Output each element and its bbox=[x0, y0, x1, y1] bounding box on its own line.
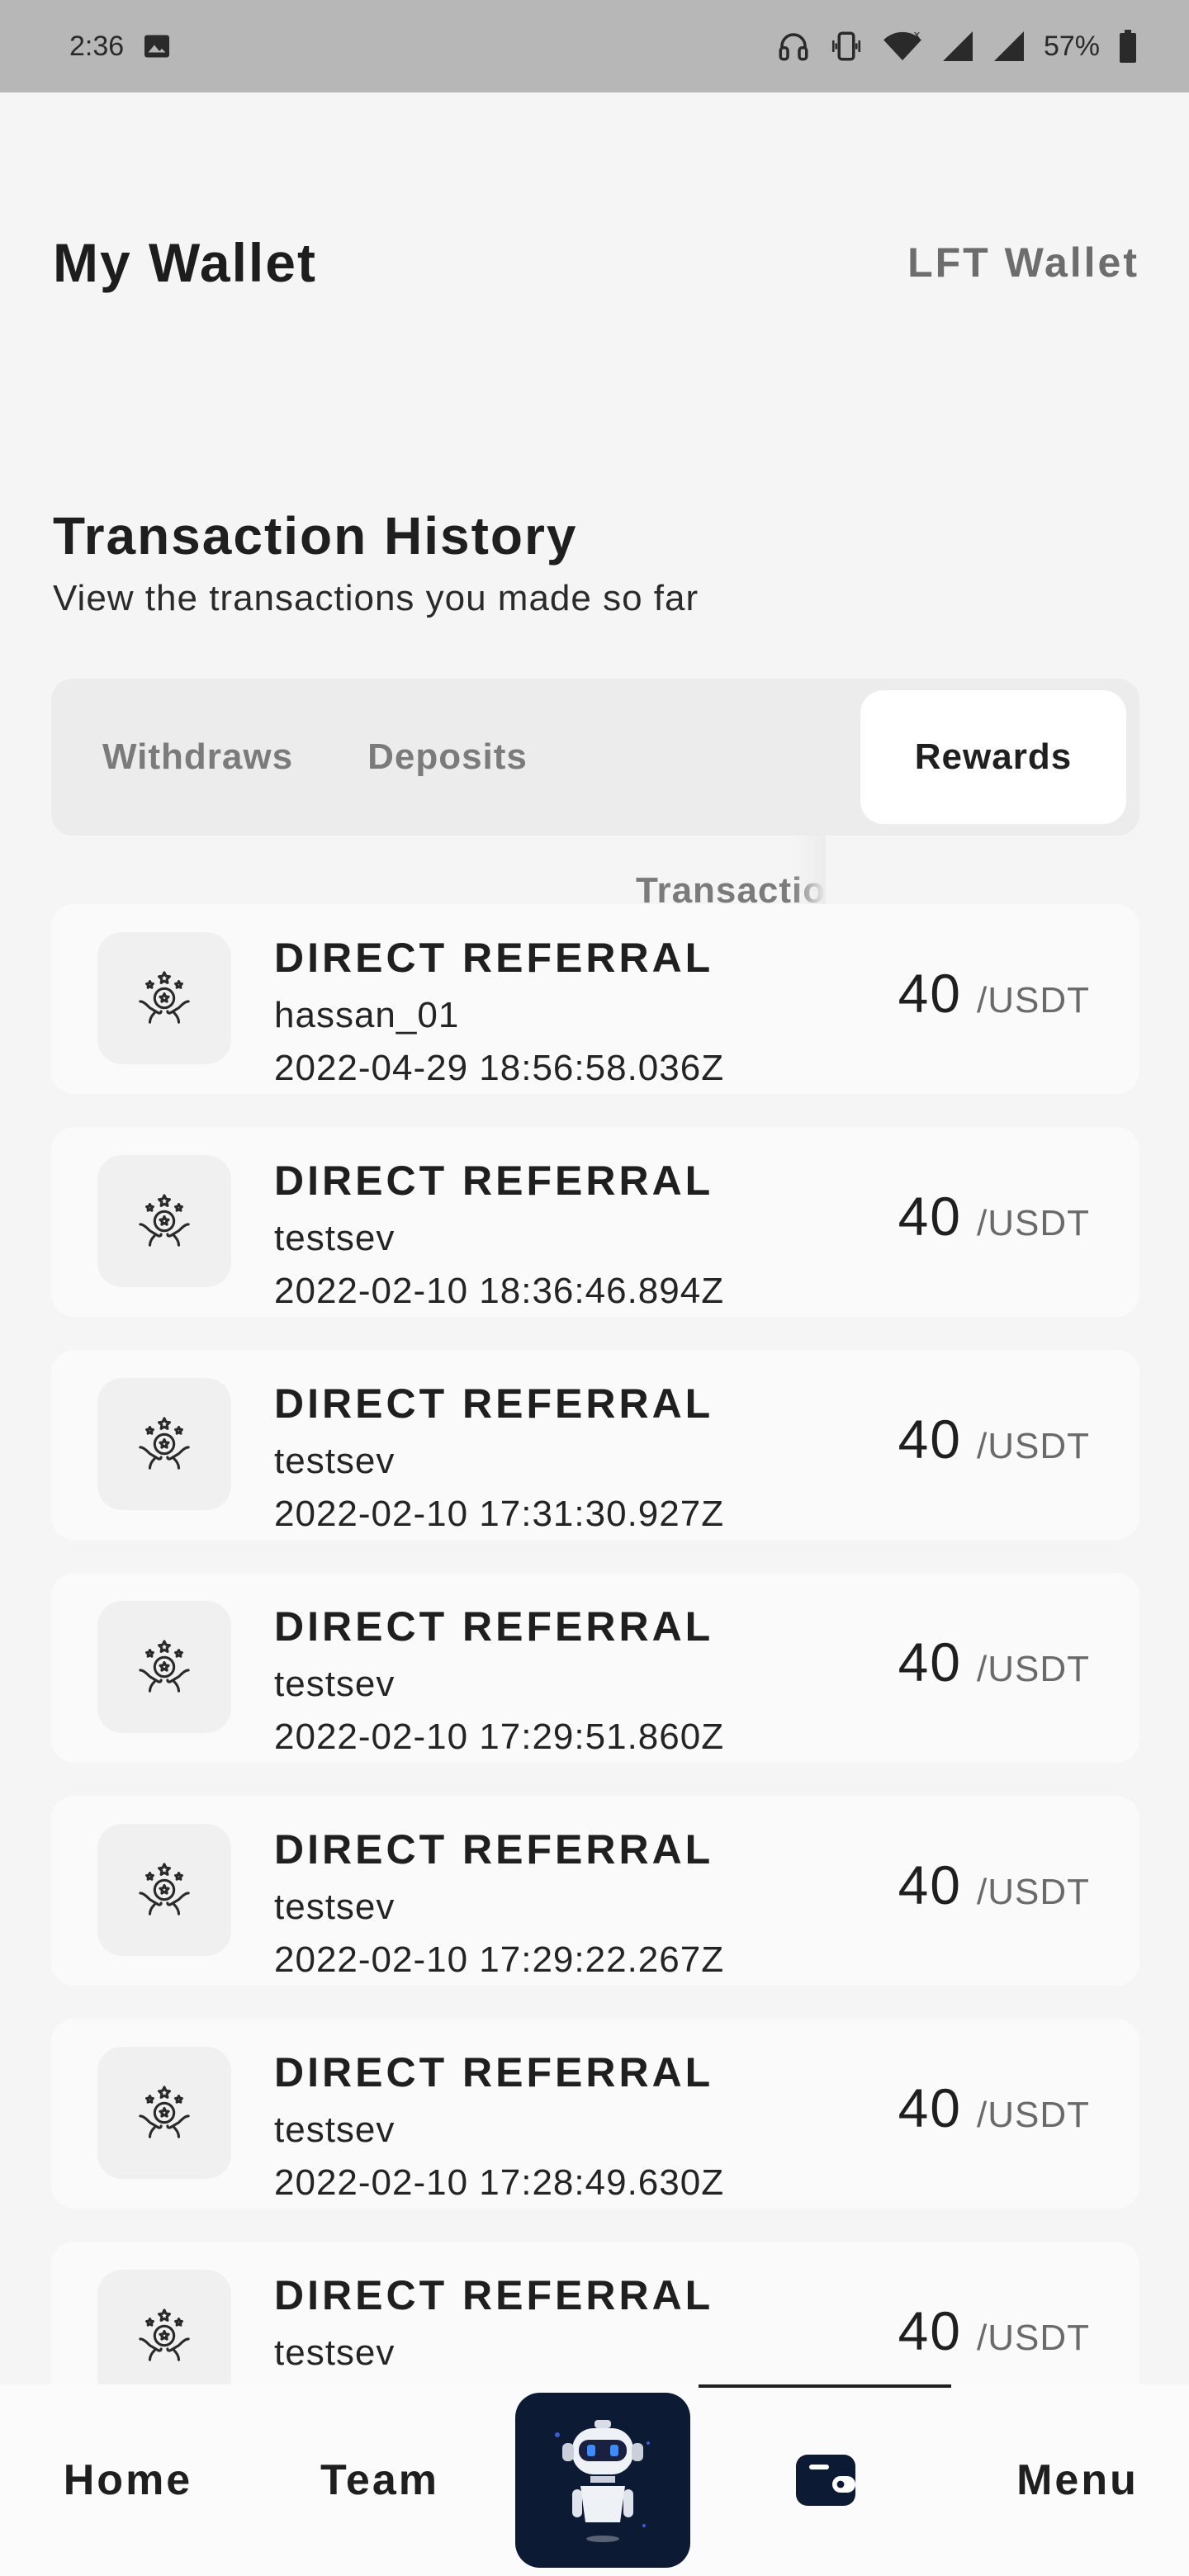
amount-value: 40 bbox=[898, 2300, 962, 2361]
tab-withdraws[interactable]: Withdraws bbox=[102, 690, 342, 824]
transaction-date: 2022-02-10 17:29:51.860Z bbox=[274, 1717, 725, 1757]
amount-unit: /USDT bbox=[977, 2095, 1090, 2135]
transaction-user: testsev bbox=[274, 1441, 396, 1481]
robot-icon bbox=[555, 2420, 650, 2542]
reward-icon bbox=[97, 1378, 231, 1510]
reward-icon bbox=[97, 1824, 231, 1956]
transaction-amount: 40/USDT bbox=[898, 1854, 1090, 1916]
tab-label: Deposits bbox=[367, 736, 528, 777]
transaction-card[interactable]: DIRECT REFERRAL testsev 2022-02-10 18:36:4… bbox=[51, 1127, 1139, 1317]
tab-label: Withdraws bbox=[102, 736, 294, 777]
wallet-icon bbox=[796, 2455, 855, 2506]
battery-icon bbox=[1118, 30, 1138, 63]
transaction-user: testsev bbox=[274, 1887, 396, 1927]
transaction-card[interactable]: DIRECT REFERRAL hassan_01 2022-04-29 18:56… bbox=[51, 904, 1139, 1094]
image-icon bbox=[142, 31, 172, 61]
header: My Wallet LFT Wallet bbox=[53, 231, 1139, 294]
transaction-type: DIRECT REFERRAL bbox=[274, 2272, 714, 2318]
nav-team[interactable]: Team bbox=[289, 2384, 471, 2576]
transaction-type: DIRECT REFERRAL bbox=[274, 1380, 714, 1427]
bottom-nav: Home Team Menu bbox=[0, 2384, 1189, 2576]
reward-icon bbox=[97, 1601, 231, 1733]
transaction-user: hassan_01 bbox=[274, 995, 460, 1035]
nav-wallet[interactable] bbox=[776, 2384, 875, 2576]
transaction-amount: 40/USDT bbox=[898, 1408, 1090, 1470]
reward-icon bbox=[97, 1155, 231, 1287]
transaction-amount: 40/USDT bbox=[898, 2299, 1090, 2362]
transaction-user: testsev bbox=[274, 1664, 396, 1704]
amount-unit: /USDT bbox=[977, 1203, 1090, 1243]
transaction-tabs: Withdraws Deposits Transactions Rewards bbox=[51, 679, 1139, 958]
transaction-date: 2022-02-10 17:28:49.630Z bbox=[274, 2162, 725, 2203]
vibrate-icon bbox=[829, 29, 864, 64]
lft-wallet-button[interactable]: LFT Wallet bbox=[907, 239, 1139, 286]
nav-home[interactable]: Home bbox=[33, 2384, 223, 2576]
amount-value: 40 bbox=[898, 963, 962, 1024]
headphones-icon bbox=[776, 29, 811, 64]
nav-menu[interactable]: Menu bbox=[991, 2384, 1164, 2576]
amount-value: 40 bbox=[898, 1409, 962, 1470]
amount-unit: /USDT bbox=[977, 2318, 1090, 2358]
status-left: 2:36 bbox=[69, 31, 172, 63]
reward-icon bbox=[97, 2047, 231, 2179]
transaction-card[interactable]: DIRECT REFERRAL testsev 2022-02-10 17:31:3… bbox=[51, 1350, 1139, 1540]
amount-value: 40 bbox=[898, 2077, 962, 2138]
transaction-type: DIRECT REFERRAL bbox=[274, 1603, 714, 1650]
transaction-amount: 40/USDT bbox=[898, 1185, 1090, 1248]
status-time: 2:36 bbox=[69, 30, 125, 62]
section-subtitle: View the transactions you made so far bbox=[53, 578, 699, 618]
transaction-user: testsev bbox=[274, 2332, 396, 2373]
svg-text:x: x bbox=[913, 29, 920, 41]
status-bar: 2:36 x 57% bbox=[0, 0, 1189, 92]
transaction-type: DIRECT REFERRAL bbox=[274, 1826, 714, 1873]
amount-unit: /USDT bbox=[977, 1649, 1090, 1689]
signal-icon bbox=[941, 30, 974, 63]
amount-unit: /USDT bbox=[977, 980, 1090, 1020]
wifi-icon: x bbox=[882, 29, 923, 64]
transaction-user: testsev bbox=[274, 2110, 396, 2150]
transaction-card[interactable]: DIRECT REFERRAL testsev 2022-02-10 17:29:5… bbox=[51, 1573, 1139, 1763]
transaction-user: testsev bbox=[274, 1218, 396, 1258]
page-title: My Wallet bbox=[53, 232, 317, 293]
amount-unit: /USDT bbox=[977, 1426, 1090, 1466]
section-title: Transaction History bbox=[53, 506, 578, 566]
reward-icon bbox=[97, 932, 231, 1064]
amount-value: 40 bbox=[898, 1854, 962, 1915]
transaction-type: DIRECT REFERRAL bbox=[274, 935, 714, 981]
transaction-date: 2022-04-29 18:56:58.036Z bbox=[274, 1048, 725, 1088]
transaction-date: 2022-02-10 18:36:46.894Z bbox=[274, 1271, 725, 1311]
transaction-amount: 40/USDT bbox=[898, 1631, 1090, 1693]
tab-label: Rewards bbox=[914, 736, 1073, 777]
tab-rewards[interactable]: Rewards bbox=[860, 690, 1126, 824]
amount-unit: /USDT bbox=[977, 1872, 1090, 1912]
transaction-date: 2022-02-10 17:31:30.927Z bbox=[274, 1494, 725, 1534]
tab-deposits[interactable]: Deposits bbox=[348, 690, 547, 824]
transaction-amount: 40/USDT bbox=[898, 962, 1090, 1025]
robot-assistant-button[interactable] bbox=[515, 2393, 690, 2568]
reward-icon bbox=[97, 2270, 231, 2402]
amount-value: 40 bbox=[898, 1631, 962, 1693]
amount-value: 40 bbox=[898, 1186, 962, 1247]
transaction-type: DIRECT REFERRAL bbox=[274, 1158, 714, 1204]
transaction-amount: 40/USDT bbox=[898, 2076, 1090, 2139]
signal-icon bbox=[992, 30, 1026, 63]
transaction-card[interactable]: DIRECT REFERRAL testsev 2022-02-10 17:29:2… bbox=[51, 1796, 1139, 1986]
status-right: x 57% bbox=[776, 29, 1138, 64]
battery-percent: 57% bbox=[1043, 30, 1100, 62]
transaction-card[interactable]: DIRECT REFERRAL testsev 2022-02-10 17:28:4… bbox=[51, 2019, 1139, 2209]
transaction-date: 2022-02-10 17:29:22.267Z bbox=[274, 1939, 725, 1980]
transaction-type: DIRECT REFERRAL bbox=[274, 2049, 714, 2095]
